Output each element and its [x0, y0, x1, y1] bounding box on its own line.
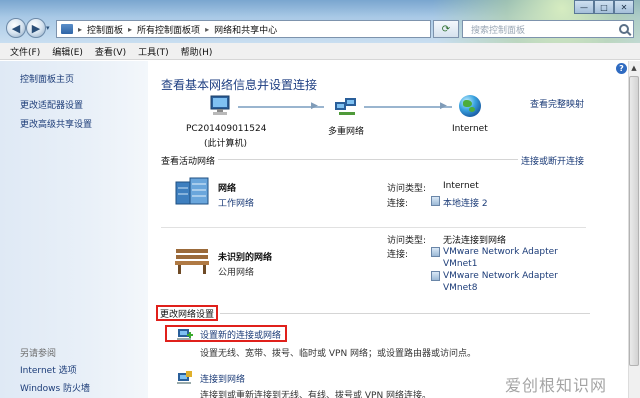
public-network-bench-icon[interactable] — [174, 245, 210, 275]
forward-button[interactable]: ▶ — [26, 18, 46, 38]
scroll-up-icon[interactable]: ▲ — [628, 61, 640, 75]
history-dropdown-icon[interactable]: ▾ — [46, 24, 50, 32]
network-1-connection-link[interactable]: 本地连接 2 — [443, 196, 488, 209]
active-networks-heading: 查看活动网络 — [161, 157, 216, 167]
search-input[interactable]: 搜索控制面板 — [462, 20, 634, 38]
control-panel-icon — [61, 24, 73, 34]
computer-name: PC201409011524 — [186, 124, 267, 134]
setup-new-connection-link[interactable]: 设置新的连接或网络 — [200, 328, 281, 341]
network-adapter-icon — [431, 196, 440, 206]
sidebar-item-firewall[interactable]: Windows 防火墙 — [20, 381, 90, 394]
network-2-name: 未识别的网络 — [218, 253, 273, 263]
network-1-connection-label: 连接: — [387, 199, 409, 209]
minimize-button[interactable]: — — [574, 0, 594, 14]
network-2-connection-link-1b[interactable]: VMnet1 — [443, 259, 477, 269]
work-network-icon[interactable] — [174, 176, 210, 206]
connect-network-icon[interactable] — [176, 370, 194, 386]
back-button[interactable]: ◀ — [6, 18, 26, 38]
connect-disconnect-link[interactable]: 连接或断开连接 — [521, 154, 584, 167]
breadcrumb-separator[interactable]: ▸ — [128, 25, 132, 34]
help-icon[interactable]: ? — [616, 63, 627, 74]
network-2-access-label: 访问类型: — [387, 236, 427, 246]
search-placeholder: 搜索控制面板 — [471, 25, 526, 36]
breadcrumb-separator[interactable]: ▸ — [78, 25, 82, 34]
network-2-connection-link-2[interactable]: VMware Network Adapter — [443, 271, 558, 281]
connect-to-network-description: 连接到或重新连接到无线、有线、拨号或 VPN 网络连接。 — [200, 391, 432, 398]
sidebar-item-adapter-settings[interactable]: 更改适配器设置 — [20, 98, 83, 111]
internet-label: Internet — [452, 124, 488, 134]
menu-tools[interactable]: 工具(T) — [132, 45, 175, 58]
network-1-access-value: Internet — [443, 181, 479, 191]
refresh-button[interactable]: ⟳ — [433, 20, 459, 38]
computer-sublabel: (此计算机) — [204, 139, 248, 149]
breadcrumb-control-panel[interactable]: 控制面板 — [87, 23, 123, 36]
multiple-networks-label: 多重网络 — [328, 127, 365, 137]
computer-icon — [210, 95, 230, 115]
see-also-heading: 另请参阅 — [20, 349, 57, 359]
network-2-type: 公用网络 — [218, 268, 255, 278]
network-1-type-link[interactable]: 工作网络 — [218, 196, 254, 209]
map-connector — [364, 106, 452, 108]
network-divider — [161, 227, 586, 228]
connect-to-network-link[interactable]: 连接到网络 — [200, 372, 245, 385]
watermark: 爱创根知识网 — [505, 376, 608, 395]
window-controls: — □ ✕ — [574, 0, 634, 14]
sidebar-item-advanced-sharing[interactable]: 更改高级共享设置 — [20, 117, 92, 130]
maximize-button[interactable]: □ — [594, 0, 614, 14]
network-adapter-icon — [431, 271, 440, 281]
menu-help[interactable]: 帮助(H) — [175, 45, 219, 58]
sidebar-item-control-panel-home[interactable]: 控制面板主页 — [20, 72, 74, 85]
new-connection-icon[interactable] — [176, 326, 194, 342]
network-2-connection-link-1[interactable]: VMware Network Adapter — [443, 247, 558, 257]
search-icon[interactable] — [619, 24, 629, 34]
globe-icon — [459, 95, 481, 117]
breadcrumb-network-center[interactable]: 网络和共享中心 — [214, 23, 277, 36]
address-bar[interactable]: ▸ 控制面板 ▸ 所有控制面板项 ▸ 网络和共享中心 — [56, 20, 431, 38]
setup-new-connection-description: 设置无线、宽带、拨号、临时或 VPN 网络；或设置路由器或访问点。 — [200, 349, 477, 359]
section-divider — [220, 313, 590, 314]
network-1-name: 网络 — [218, 184, 237, 194]
breadcrumb-all-items[interactable]: 所有控制面板项 — [137, 23, 200, 36]
menu-file[interactable]: 文件(F) — [4, 45, 46, 58]
menu-view[interactable]: 查看(V) — [89, 45, 132, 58]
close-button[interactable]: ✕ — [614, 0, 634, 14]
network-2-access-value: 无法连接到网络 — [443, 236, 507, 246]
sidebar-item-internet-options[interactable]: Internet 选项 — [20, 363, 77, 376]
network-1-access-label: 访问类型: — [387, 184, 427, 194]
scrollbar-thumb[interactable] — [629, 76, 639, 366]
menu-edit[interactable]: 编辑(E) — [46, 45, 89, 58]
section-divider — [218, 159, 518, 160]
network-2-connection-link-2b[interactable]: VMnet8 — [443, 283, 477, 293]
page-title: 查看基本网络信息并设置连接 — [161, 78, 318, 92]
map-arrow-icon: ▶ — [440, 101, 447, 111]
change-network-settings-heading: 更改网络设置 — [156, 305, 218, 321]
menu-bar: 文件(F) 编辑(E) 查看(V) 工具(T) 帮助(H) — [0, 43, 640, 60]
view-full-map-link[interactable]: 查看完整映射 — [530, 97, 584, 110]
map-arrow-icon: ▶ — [311, 101, 318, 111]
breadcrumb-separator[interactable]: ▸ — [205, 25, 209, 34]
network-2-connection-label: 连接: — [387, 250, 409, 260]
multiple-networks-icon — [335, 98, 356, 115]
network-adapter-icon — [431, 247, 440, 257]
